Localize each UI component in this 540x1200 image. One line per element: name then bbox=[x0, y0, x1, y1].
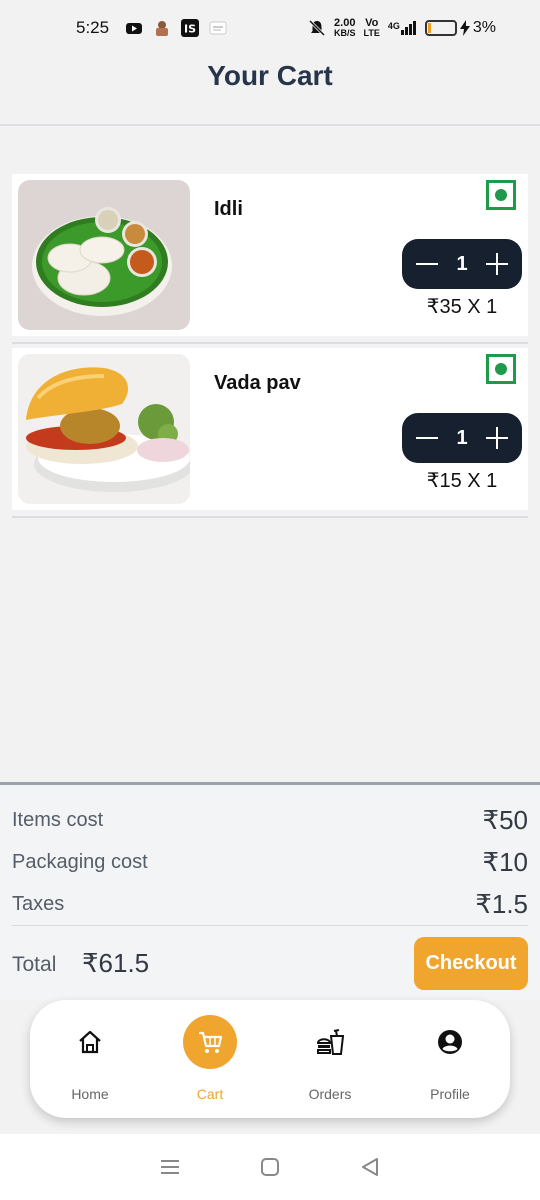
increase-quantity-button[interactable] bbox=[484, 251, 510, 277]
quantity-stepper: 1 bbox=[402, 413, 522, 463]
recent-apps-button[interactable] bbox=[158, 1155, 182, 1179]
net-speed: 2.00 KB/S bbox=[334, 17, 356, 39]
page-title: Your Cart bbox=[207, 60, 333, 91]
taxes-label: Taxes bbox=[12, 893, 65, 915]
bottom-nav: Home Cart Orders Profile bbox=[30, 1000, 510, 1118]
status-bar: 5:25 IS 2.00 KB/S Vo LTE 4G 3% bbox=[0, 0, 540, 56]
quantity-stepper: 1 bbox=[402, 239, 522, 289]
item-name: Vada pav bbox=[214, 372, 301, 394]
packaging-cost-value: ₹10 bbox=[482, 847, 528, 877]
charging-icon bbox=[459, 20, 470, 36]
vada-pav-image bbox=[18, 354, 190, 504]
back-system-button[interactable] bbox=[358, 1155, 382, 1179]
nav-item-home[interactable]: Home bbox=[30, 1000, 150, 1118]
veg-indicator-icon bbox=[486, 180, 516, 210]
nav-item-profile[interactable]: Profile bbox=[390, 1000, 510, 1118]
battery-indicator: 3% bbox=[424, 19, 496, 37]
quantity-value: 1 bbox=[456, 426, 468, 449]
total-value: ₹61.5 bbox=[82, 948, 150, 978]
decrease-quantity-button[interactable] bbox=[414, 425, 440, 451]
increase-quantity-button[interactable] bbox=[484, 425, 510, 451]
quantity-value: 1 bbox=[456, 252, 468, 275]
veg-indicator-icon bbox=[486, 354, 516, 384]
nav-item-orders[interactable]: Orders bbox=[270, 1000, 390, 1118]
orders-icon bbox=[303, 1015, 357, 1069]
profile-icon bbox=[423, 1015, 477, 1069]
nav-label: Home bbox=[71, 1086, 109, 1102]
app-notification-icon bbox=[153, 19, 171, 37]
cart-item-idli: Idli 1 ₹35 X 1 bbox=[12, 174, 528, 344]
item-price: ₹35 X 1 bbox=[426, 296, 498, 318]
idli-image bbox=[18, 180, 190, 330]
summary-divider bbox=[12, 925, 528, 926]
decrease-quantity-button[interactable] bbox=[414, 251, 440, 277]
system-nav-bar bbox=[0, 1134, 540, 1200]
volte-indicator: Vo LTE bbox=[363, 17, 380, 39]
order-summary: Items cost ₹50 Packaging cost ₹10 Taxes … bbox=[0, 782, 540, 1000]
battery-icon bbox=[424, 20, 457, 36]
svg-text:IS: IS bbox=[184, 23, 196, 36]
item-name: Idli bbox=[214, 198, 243, 220]
youtube-icon bbox=[125, 19, 143, 37]
news-app-icon bbox=[209, 19, 227, 37]
status-time: 5:25 bbox=[76, 18, 110, 37]
items-cost-label: Items cost bbox=[12, 809, 104, 831]
nav-label: Orders bbox=[308, 1086, 352, 1102]
signal-bars-icon bbox=[400, 21, 416, 35]
network-type: 4G bbox=[387, 21, 400, 31]
nav-label: Cart bbox=[196, 1086, 224, 1102]
items-cost-row: Items cost ₹50 bbox=[12, 805, 528, 836]
nav-item-cart[interactable]: Cart bbox=[150, 1000, 270, 1118]
packaging-cost-label: Packaging cost bbox=[12, 851, 148, 873]
checkout-button[interactable]: Checkout bbox=[414, 937, 528, 990]
cart-item-vada-pav: Vada pav 1 ₹15 X 1 bbox=[12, 348, 528, 518]
header: Your Cart bbox=[0, 56, 540, 126]
cart-icon bbox=[183, 1015, 237, 1069]
home-system-button[interactable] bbox=[258, 1155, 282, 1179]
items-cost-value: ₹50 bbox=[482, 805, 528, 835]
taxes-value: ₹1.5 bbox=[475, 889, 528, 919]
battery-percent: 3% bbox=[472, 19, 496, 36]
is-app-icon: IS bbox=[181, 19, 200, 37]
item-price: ₹15 X 1 bbox=[426, 470, 498, 492]
home-icon bbox=[63, 1015, 117, 1069]
signal-indicator: 4G bbox=[388, 21, 417, 35]
total-label: Total bbox=[12, 953, 57, 976]
packaging-cost-row: Packaging cost ₹10 bbox=[12, 847, 528, 878]
nav-label: Profile bbox=[430, 1086, 470, 1102]
bell-muted-icon bbox=[308, 19, 326, 37]
taxes-row: Taxes ₹1.5 bbox=[12, 889, 528, 920]
